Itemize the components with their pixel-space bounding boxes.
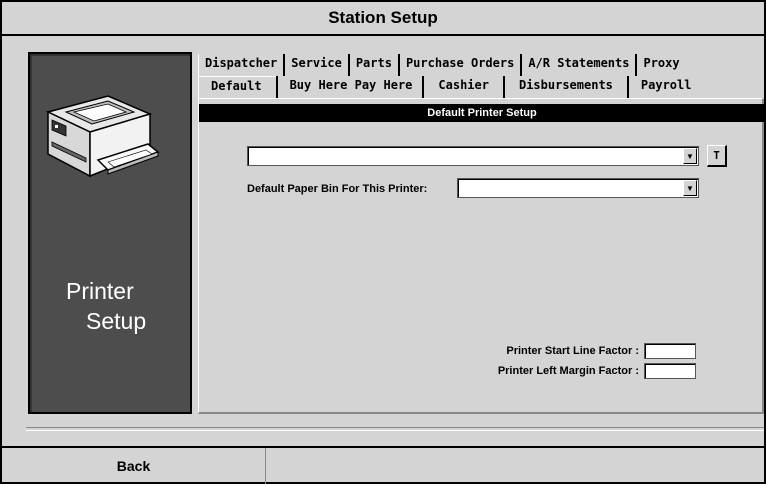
chevron-down-icon[interactable]: ▼ (683, 180, 697, 196)
panel-title-line2: Setup (86, 308, 147, 334)
tab-buy-here-pay-here[interactable]: Buy Here Pay Here (275, 76, 423, 98)
panel-title: Printer Setup (66, 276, 146, 336)
tab-content-panel: Default Printer Setup ▼ T Default Paper … (198, 98, 765, 414)
tab-default[interactable]: Default (198, 76, 276, 98)
paper-bin-select[interactable]: ▼ (457, 178, 699, 198)
start-line-input[interactable] (644, 343, 696, 359)
left-margin-input[interactable] (644, 363, 696, 379)
window-title: Station Setup (2, 2, 764, 36)
station-setup-window: Station Setup Printer Setup Dispatcher S… (0, 0, 766, 484)
test-printer-button[interactable]: T (707, 145, 727, 167)
start-line-label: Printer Start Line Factor : (506, 345, 639, 357)
left-margin-label: Printer Left Margin Factor : (497, 365, 639, 377)
paper-bin-label: Default Paper Bin For This Printer: (247, 183, 428, 195)
left-panel: Printer Setup (28, 52, 192, 414)
tab-row-2: Default Buy Here Pay Here Cashier Disbur… (198, 76, 700, 98)
tab-proxy[interactable]: Proxy (635, 54, 686, 76)
printer-select[interactable]: ▼ (247, 146, 699, 166)
tab-parts[interactable]: Parts (347, 54, 398, 76)
section-header: Default Printer Setup (199, 104, 765, 122)
tab-payroll[interactable]: Payroll (626, 76, 700, 98)
back-button[interactable]: Back (2, 448, 266, 484)
footer-bar: Back (2, 446, 764, 484)
tab-disbursements[interactable]: Disbursements (502, 76, 627, 98)
tab-row-1: Dispatcher Service Parts Purchase Orders… (198, 54, 686, 76)
tab-service[interactable]: Service (283, 54, 348, 76)
tab-dispatcher[interactable]: Dispatcher (198, 54, 284, 76)
printer-icon (45, 95, 160, 178)
panel-title-line1: Printer (66, 278, 134, 304)
tab-purchase-orders[interactable]: Purchase Orders (397, 54, 521, 76)
tab-ar-statements[interactable]: A/R Statements (520, 54, 636, 76)
divider (26, 427, 764, 431)
tab-cashier[interactable]: Cashier (422, 76, 503, 98)
chevron-down-icon[interactable]: ▼ (683, 148, 697, 164)
